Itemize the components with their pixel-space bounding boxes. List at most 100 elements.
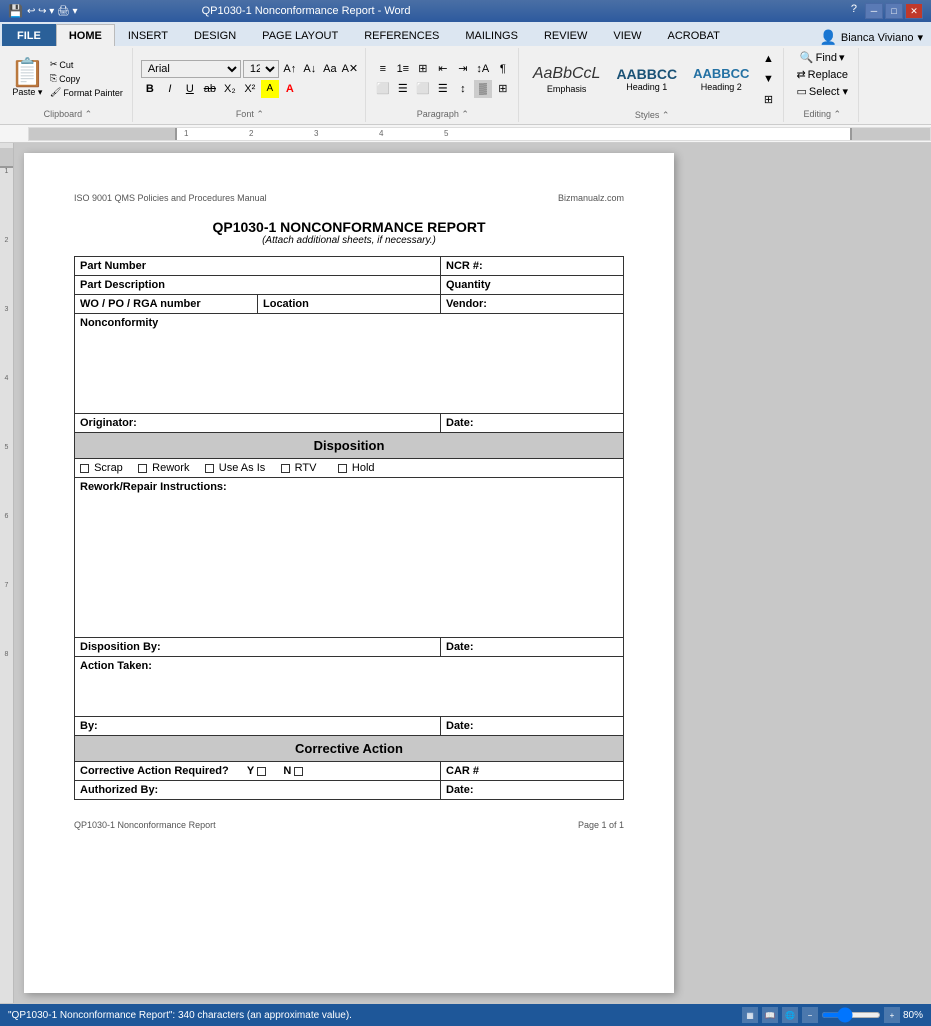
minimize-button[interactable]: ─ [865, 3, 883, 19]
use-as-is-label: Use As Is [219, 462, 265, 474]
title-bar-icons: ↩ ↪ ▾ 🖨 ▾ [27, 6, 78, 17]
emphasis-preview: AaBbCcL [533, 64, 601, 83]
align-center-button[interactable]: ☰ [394, 80, 412, 98]
font-size-select[interactable]: 12 [243, 60, 279, 78]
scrap-checkbox[interactable] [80, 464, 89, 473]
style-emphasis[interactable]: AaBbCcL Emphasis [527, 62, 607, 95]
row-corrective-action-required: Corrective Action Required? Y N CAR # [75, 762, 624, 781]
editing-group: 🔍 Find ▾ ⇄ Replace ▭ Select ▾ Editing ⌃ [786, 48, 859, 122]
emphasis-label: Emphasis [547, 84, 587, 94]
paragraph-content: ≡ 1≡ ⊞ ⇤ ⇥ ↕A ¶ ⬜ ☰ ⬜ ☰ ↕ ▒ [374, 50, 512, 107]
doc-footer: QP1030-1 Nonconformance Report Page 1 of… [74, 820, 624, 830]
underline-button[interactable]: U [181, 80, 199, 98]
row-action-taken: Action Taken: [75, 657, 624, 717]
shading-button[interactable]: ▒ [474, 80, 492, 98]
ribbon-tabs: FILE HOME INSERT DESIGN PAGE LAYOUT REFE… [0, 22, 931, 46]
rtv-checkbox[interactable] [281, 464, 290, 473]
hold-checkbox[interactable] [338, 464, 347, 473]
tab-mailings[interactable]: MAILINGS [452, 24, 531, 46]
text-highlight-button[interactable]: A [261, 80, 279, 98]
tab-home[interactable]: HOME [56, 24, 115, 46]
shrink-font-button[interactable]: A↓ [301, 60, 319, 78]
zoom-out-button[interactable]: − [802, 1007, 818, 1023]
row-disposition-by: Disposition By: Date: [75, 638, 624, 657]
v-ruler-4: 4 [0, 375, 13, 389]
bold-button[interactable]: B [141, 80, 159, 98]
grow-font-button[interactable]: A↑ [281, 60, 299, 78]
clear-format-button[interactable]: A✕ [341, 60, 359, 78]
increase-indent-button[interactable]: ⇥ [454, 60, 472, 78]
strikethrough-button[interactable]: ab [201, 80, 219, 98]
style-heading1[interactable]: AABBCC Heading 1 [610, 64, 683, 95]
font-color-button[interactable]: A [281, 80, 299, 98]
tab-view[interactable]: VIEW [600, 24, 654, 46]
italic-button[interactable]: I [161, 80, 179, 98]
numbering-button[interactable]: 1≡ [394, 60, 412, 78]
help-icon[interactable]: ? [851, 3, 857, 19]
corrective-action-required-label: Corrective Action Required? Y N [75, 762, 441, 781]
styles-down-button[interactable]: ▼ [759, 70, 777, 88]
superscript-button[interactable]: X² [241, 80, 259, 98]
font-family-select[interactable]: Arial [141, 60, 241, 78]
user-icon: 👤 [819, 29, 836, 46]
styles-expand-button[interactable]: ⊞ [759, 90, 777, 108]
status-doc-info: "QP1030-1 Nonconformance Report": 340 ch… [8, 1010, 352, 1021]
use-as-is-checkbox[interactable] [205, 464, 214, 473]
document-page[interactable]: ISO 9001 QMS Policies and Procedures Man… [24, 153, 674, 993]
print-layout-button[interactable]: ▦ [742, 1007, 758, 1023]
line-spacing-button[interactable]: ↕ [454, 80, 472, 98]
n-checkbox[interactable] [294, 767, 303, 776]
ruler-mark-2: 2 [249, 129, 253, 138]
ruler-mark-4: 4 [379, 129, 383, 138]
scrap-label: Scrap [94, 462, 123, 474]
align-right-button[interactable]: ⬜ [414, 80, 432, 98]
copy-button[interactable]: ⎘ Copy [47, 72, 126, 85]
find-icon: 🔍 [800, 51, 814, 64]
zoom-slider[interactable] [821, 1012, 881, 1018]
y-checkbox[interactable] [257, 767, 266, 776]
close-button[interactable]: ✕ [905, 3, 923, 19]
para-row2: ⬜ ☰ ⬜ ☰ ↕ ▒ ⊞ [374, 80, 512, 98]
report-subtitle: (Attach additional sheets, if necessary.… [74, 235, 624, 246]
borders-button[interactable]: ⊞ [494, 80, 512, 98]
title-bar-controls: ? ─ □ ✕ [851, 3, 923, 19]
right-margin-indicator [850, 127, 930, 141]
zoom-level: 80% [903, 1010, 923, 1021]
format-painter-button[interactable]: 🖌 Format Painter [47, 86, 126, 99]
cut-button[interactable]: ✂ Cut [47, 58, 126, 71]
multilevel-button[interactable]: ⊞ [414, 60, 432, 78]
bullets-button[interactable]: ≡ [374, 60, 392, 78]
justify-button[interactable]: ☰ [434, 80, 452, 98]
sort-button[interactable]: ↕A [474, 60, 492, 78]
web-layout-button[interactable]: 🌐 [782, 1007, 798, 1023]
read-mode-button[interactable]: 📖 [762, 1007, 778, 1023]
tab-references[interactable]: REFERENCES [351, 24, 452, 46]
tab-design[interactable]: DESIGN [181, 24, 249, 46]
align-left-button[interactable]: ⬜ [374, 80, 392, 98]
paste-button[interactable]: 📋 Paste ▾ [10, 59, 45, 98]
user-chevron[interactable]: ▾ [917, 31, 923, 44]
tab-page-layout[interactable]: PAGE LAYOUT [249, 24, 351, 46]
replace-button[interactable]: ⇄ Replace [792, 67, 852, 82]
find-button[interactable]: 🔍 Find ▾ [796, 50, 849, 65]
tab-acrobat[interactable]: ACROBAT [654, 24, 732, 46]
style-heading2[interactable]: AABBCC Heading 2 [687, 64, 755, 94]
clipboard-content: 📋 Paste ▾ ✂ Cut ⎘ Copy 🖌 Format Painter [10, 50, 126, 107]
maximize-button[interactable]: □ [885, 3, 903, 19]
v-ruler-7: 7 [0, 582, 13, 596]
styles-up-button[interactable]: ▲ [759, 50, 777, 68]
rework-checkbox[interactable] [138, 464, 147, 473]
by-label: By: [75, 717, 441, 736]
tab-file[interactable]: FILE [2, 24, 56, 46]
date2-label: Date: [441, 638, 624, 657]
show-formatting-button[interactable]: ¶ [494, 60, 512, 78]
tab-review[interactable]: REVIEW [531, 24, 600, 46]
decrease-indent-button[interactable]: ⇤ [434, 60, 452, 78]
change-case-button[interactable]: Aa [321, 60, 339, 78]
v-ruler-space4 [0, 389, 13, 444]
tab-insert[interactable]: INSERT [115, 24, 181, 46]
select-button[interactable]: ▭ Select ▾ [792, 84, 852, 99]
subscript-button[interactable]: X₂ [221, 80, 239, 98]
zoom-in-button[interactable]: + [884, 1007, 900, 1023]
vertical-ruler: 1 2 3 4 5 6 7 8 [0, 143, 14, 1003]
